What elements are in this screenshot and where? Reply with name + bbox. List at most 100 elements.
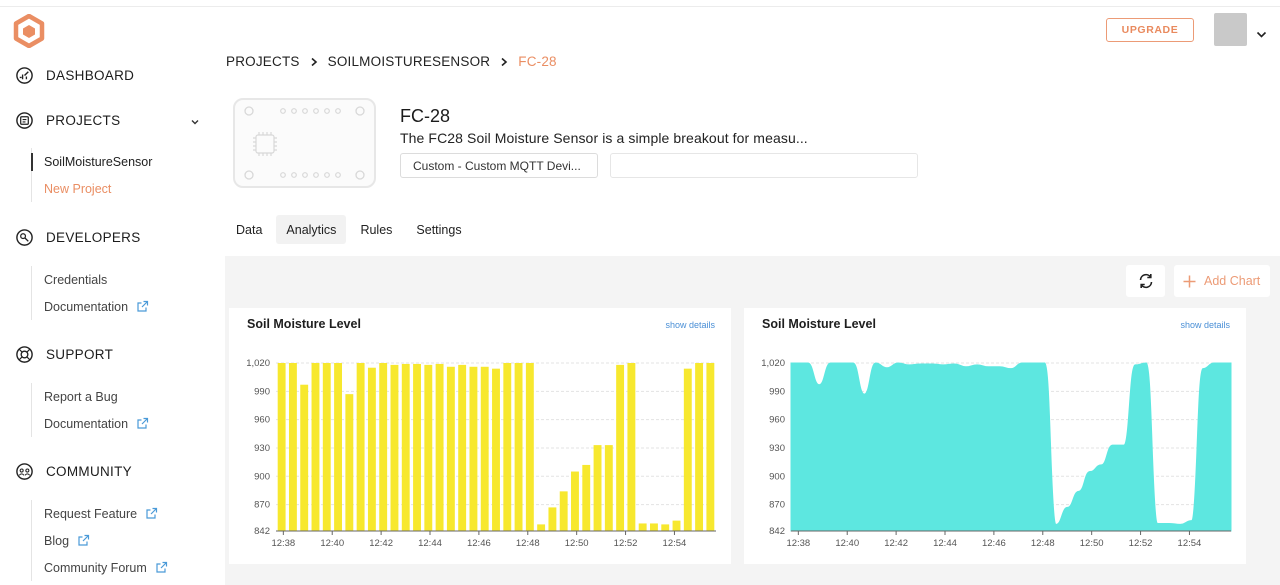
projects-submenu: SoilMoistureSensor New Project (31, 148, 152, 202)
external-link-icon (136, 417, 149, 430)
chart-bar (683, 368, 692, 531)
chart-bar (548, 507, 557, 531)
support-icon (15, 345, 34, 364)
nav-support[interactable]: SUPPORT (15, 345, 113, 364)
tab-data[interactable]: Data (226, 215, 272, 244)
sidebar-item-report-bug[interactable]: Report a Bug (32, 383, 149, 410)
y-tick-label: 990 (254, 386, 270, 397)
x-tick-label: 12:54 (1178, 538, 1202, 549)
chart-bar (650, 523, 658, 531)
x-tick-label: 12:50 (1080, 538, 1104, 549)
chart-bar (661, 524, 670, 531)
y-tick-label: 990 (769, 386, 785, 397)
sidebar-item-soilmoisturesensor[interactable]: SoilMoistureSensor (32, 148, 152, 175)
nav-projects[interactable]: PROJECTS (15, 111, 120, 130)
avatar[interactable] (1214, 13, 1247, 46)
chevron-right-icon (310, 57, 318, 67)
projects-icon (15, 111, 34, 130)
external-link-icon (155, 561, 168, 574)
sidebar-item-label: Documentation (44, 416, 129, 431)
chart-bar (413, 363, 421, 531)
sidebar-item-label: Documentation (44, 299, 129, 314)
chart-bar (469, 366, 478, 531)
chart-bar (367, 367, 376, 531)
y-tick-label: 900 (769, 471, 785, 482)
plus-icon (1183, 275, 1196, 287)
chart-bar (424, 364, 433, 531)
upgrade-button[interactable]: UPGRADE (1106, 18, 1194, 42)
app-logo[interactable] (13, 13, 45, 49)
y-tick-label: 1,020 (761, 358, 785, 369)
tab-rules[interactable]: Rules (350, 215, 402, 244)
tab-settings[interactable]: Settings (406, 215, 471, 244)
chevron-right-icon (500, 57, 508, 67)
chart-bar (288, 363, 297, 531)
y-tick-label: 870 (254, 500, 270, 511)
y-tick-label: 960 (769, 415, 785, 426)
breadcrumb-current: FC-28 (518, 54, 557, 69)
sidebar: DASHBOARD PROJECTS SoilMoistureSensor Ne… (0, 0, 215, 585)
community-submenu: Request Feature Blog Community Forum (31, 500, 168, 581)
chart-bar (514, 363, 523, 531)
sidebar-item-community-forum[interactable]: Community Forum (32, 554, 168, 581)
device-info-tag (610, 153, 918, 178)
support-submenu: Report a Bug Documentation (31, 383, 149, 437)
sidebar-item-blog[interactable]: Blog (32, 527, 168, 554)
sidebar-item-label: Credentials (44, 272, 108, 287)
bar-chart: 842 870 900 930 960 990 1,020 12:38 12:40 12:42 12… (246, 358, 716, 549)
chart-bar (571, 471, 579, 531)
x-tick-label: 12:52 (1129, 538, 1153, 549)
x-tick-label: 12:46 (982, 538, 1006, 549)
chart-bar (627, 363, 636, 531)
chart-bar (322, 363, 331, 531)
y-tick-label: 870 (769, 500, 785, 511)
chart-bar (525, 363, 534, 531)
tab-analytics[interactable]: Analytics (276, 215, 347, 244)
sidebar-item-label: Report a Bug (44, 389, 118, 404)
community-icon (15, 462, 34, 481)
add-chart-button[interactable]: Add Chart (1174, 265, 1270, 297)
chevron-down-icon[interactable] (1256, 26, 1267, 38)
chart-area (790, 362, 1232, 532)
developers-submenu: Credentials Documentation (31, 266, 149, 320)
x-tick-label: 12:54 (663, 538, 687, 549)
nav-developers[interactable]: DEVELOPERS (15, 228, 141, 247)
y-tick-label: 960 (254, 415, 270, 426)
y-tick-label: 930 (254, 443, 270, 454)
sidebar-item-request-feature[interactable]: Request Feature (32, 500, 168, 527)
chart-bar (390, 364, 399, 531)
x-tick-label: 12:42 (369, 538, 393, 549)
device-description: The FC28 Soil Moisture Sensor is a simpl… (400, 130, 808, 146)
y-tick-label: 1,020 (246, 358, 270, 369)
sidebar-item-support-documentation[interactable]: Documentation (32, 410, 149, 437)
x-tick-label: 12:48 (516, 538, 540, 549)
sidebar-item-new-project[interactable]: New Project (32, 175, 152, 202)
nav-support-label: SUPPORT (46, 347, 114, 362)
chart-bar (706, 363, 715, 531)
chart-bar (379, 363, 388, 531)
nav-community[interactable]: COMMUNITY (15, 462, 132, 481)
chart-bar (559, 491, 568, 531)
x-tick-label: 12:42 (884, 538, 908, 549)
breadcrumb-project[interactable]: SOILMOISTURESENSOR (328, 54, 491, 69)
nav-dashboard[interactable]: DASHBOARD (15, 66, 134, 85)
area-chart: 842 870 900 930 960 990 1,020 12:38 12:40 12:42 12… (761, 358, 1232, 549)
device-title: FC-28 (400, 106, 451, 126)
chart-bar (672, 520, 681, 531)
add-chart-label: Add Chart (1204, 274, 1261, 288)
sidebar-item-label: New Project (44, 181, 112, 196)
breadcrumb-projects[interactable]: PROJECTS (226, 54, 300, 69)
sidebar-item-documentation[interactable]: Documentation (32, 293, 149, 320)
chart-bar (311, 363, 320, 531)
sidebar-item-credentials[interactable]: Credentials (32, 266, 149, 293)
chevron-down-icon[interactable] (190, 114, 200, 125)
x-tick-label: 12:38 (271, 538, 295, 549)
chart-bar (300, 384, 309, 531)
developers-icon (15, 228, 34, 247)
y-tick-label: 842 (254, 526, 270, 537)
refresh-button[interactable] (1126, 265, 1165, 297)
chart-bar (638, 523, 647, 531)
tab-bar: Data Analytics Rules Settings (226, 215, 476, 244)
sidebar-item-label: Blog (44, 533, 70, 548)
external-link-icon (77, 534, 90, 547)
